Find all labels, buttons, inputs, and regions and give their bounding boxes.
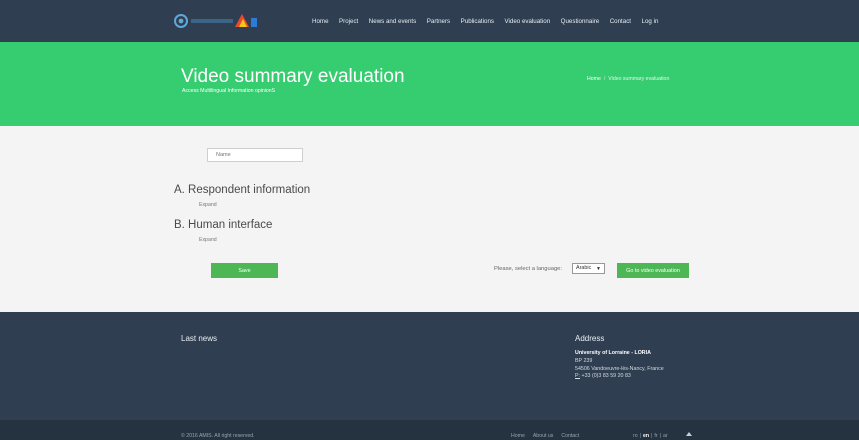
address-line2: 54506 Vandoeuvre-lès-Nancy, France <box>575 365 664 372</box>
address-heading: Address <box>575 334 605 343</box>
breadcrumb-current: Video summary evaluation <box>608 76 670 82</box>
address-phone: +33 (0)3 83 59 20 83 <box>581 373 631 380</box>
section-a-title: A. Respondent information <box>174 184 311 196</box>
lang-en[interactable]: en <box>643 433 649 439</box>
nav-project[interactable]: Project <box>339 18 358 25</box>
nav-home[interactable]: Home <box>312 18 329 25</box>
language-switcher: ro | en | fr | ar <box>633 433 668 439</box>
nav-video-evaluation[interactable]: Video evaluation <box>505 18 551 25</box>
go-to-video-evaluation-button[interactable]: Go to video evaluation <box>617 263 689 278</box>
scroll-to-top-icon[interactable] <box>686 432 692 436</box>
section-b-title: B. Human interface <box>174 219 273 231</box>
nav-news-events[interactable]: News and events <box>369 18 416 25</box>
nav-contact[interactable]: Contact <box>610 18 631 25</box>
breadcrumb-home-link[interactable]: Home <box>587 76 601 82</box>
footer: Last news Address University of Lorraine… <box>0 312 859 420</box>
phone-prefix: P: <box>575 373 581 380</box>
section-b-expand-link[interactable]: Expand <box>199 237 217 243</box>
breadcrumb-separator: / <box>603 76 606 82</box>
save-button[interactable]: Save <box>211 263 278 278</box>
amis-logo[interactable] <box>173 9 263 33</box>
footer-link-contact[interactable]: Contact <box>561 433 579 439</box>
last-news-heading: Last news <box>181 334 218 343</box>
page-title: Video summary evaluation <box>181 66 405 87</box>
address-line1: BP 239 <box>575 357 593 364</box>
footer-link-home[interactable]: Home <box>511 433 525 439</box>
lang-fr[interactable]: fr <box>654 433 657 439</box>
page-hero: Video summary evaluation Access Multilin… <box>0 42 859 126</box>
address-block: University of Lorraine - LORIA BP 239 54… <box>575 350 664 381</box>
language-select[interactable]: Arabic ▼ <box>572 263 605 274</box>
language-label: Please, select a language: <box>494 266 563 272</box>
dropdown-arrow-icon: ▼ <box>596 266 601 272</box>
section-a-expand-link[interactable]: Expand <box>199 202 217 208</box>
footer-links: Home About us Contact <box>511 433 579 439</box>
nav-login[interactable]: Log in <box>642 18 659 25</box>
evaluation-form: A. Respondent information Expand B. Huma… <box>0 126 859 312</box>
breadcrumb: Home / Video summary evaluation <box>587 76 669 82</box>
nav-publications[interactable]: Publications <box>461 18 494 25</box>
name-input[interactable] <box>207 148 303 162</box>
copyright: © 2016 AMIS. All right reserved. <box>181 433 255 439</box>
footer-link-about[interactable]: About us <box>533 433 553 439</box>
top-navbar: Home Project News and events Partners Pu… <box>0 0 859 42</box>
lang-ar[interactable]: ar <box>663 433 668 439</box>
lang-prefix: ro <box>633 433 638 439</box>
bottom-bar: © 2016 AMIS. All right reserved. Home Ab… <box>0 420 859 440</box>
nav-partners[interactable]: Partners <box>427 18 450 25</box>
language-selected-value: Arabic <box>576 265 592 271</box>
nav-questionnaire[interactable]: Questionnaire <box>561 18 600 25</box>
main-nav: Home Project News and events Partners Pu… <box>312 0 669 42</box>
address-org: University of Lorraine - LORIA <box>575 350 651 356</box>
page-subtitle: Access Multilingual Information opinionS <box>182 88 276 94</box>
